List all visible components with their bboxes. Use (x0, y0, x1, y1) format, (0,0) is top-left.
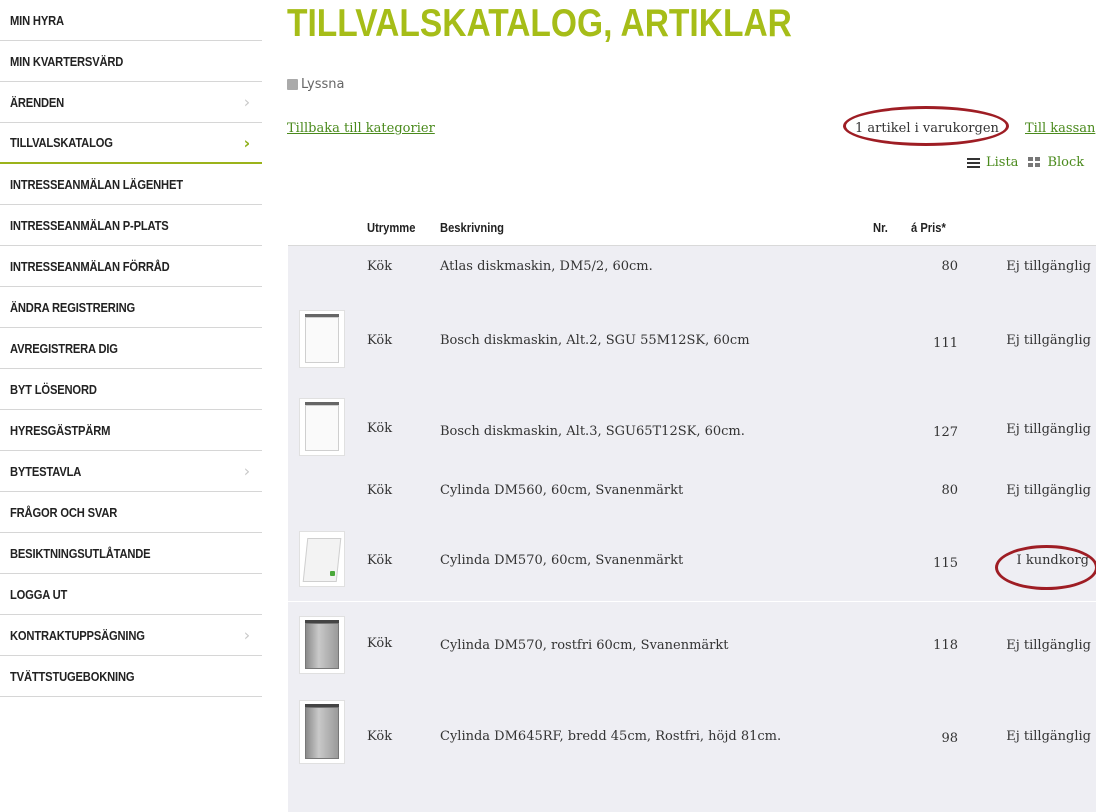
cell-description: Cylinda DM570, rostfri 60cm, Svanenmärkt (440, 638, 729, 653)
cell-room: Kök (367, 333, 393, 348)
sidebar-item-logga-ut[interactable]: LOGGA UT (0, 574, 262, 615)
product-image[interactable] (299, 531, 345, 587)
sidebar-item-label: INTRESSEANMÄLAN P-PLATS (10, 217, 169, 233)
cell-status: Ej tillgänglig (1006, 259, 1091, 274)
sidebar-item-label: TILLVALSKATALOG (10, 135, 113, 150)
table-row: Kök Bosch diskmaskin, Alt.3, SGU65T12SK,… (288, 378, 1096, 466)
sidebar-item-label: BESIKTNINGSUTLÅTANDE (10, 545, 151, 561)
cell-price: 111 (933, 336, 958, 351)
sidebar-item-byt-losenord[interactable]: BYT LÖSENORD (0, 369, 262, 410)
cell-price: 80 (941, 483, 958, 498)
sidebar-item-label: HYRESGÄSTPÄRM (10, 422, 111, 438)
article-table: Utrymme Beskrivning Nr. á Pris* Kök Atla… (288, 212, 1096, 812)
cell-description: Cylinda DM645RF, bredd 45cm, Rostfri, hö… (440, 729, 782, 744)
cell-room: Kök (367, 483, 393, 498)
sidebar-item-hyresgastparm[interactable]: HYRESGÄSTPÄRM (0, 410, 262, 451)
table-row: Kök Bosch diskmaskin, Alt.2, SGU 55M12SK… (288, 296, 1096, 378)
listen-label: Lyssna (301, 77, 345, 92)
view-switch: Lista Block (967, 155, 1084, 170)
table-row: Kök Cylinda DM645RF, bredd 45cm, Rostfri… (288, 692, 1096, 812)
cell-status: Ej tillgänglig (1006, 483, 1091, 498)
speaker-icon (287, 79, 298, 90)
cell-room: Kök (367, 729, 393, 744)
sidebar-item-label: MIN KVARTERSVÄRD (10, 53, 124, 69)
product-image[interactable] (299, 616, 345, 674)
cell-status: Ej tillgänglig (1006, 638, 1091, 653)
column-header-price: á Pris* (911, 220, 946, 235)
cell-price: 127 (933, 425, 958, 440)
product-image[interactable] (299, 700, 345, 764)
table-row: Kök Cylinda DM560, 60cm, Svanenmärkt 80 … (288, 466, 1096, 517)
sidebar-item-label: KONTRAKTUPPSÄGNING (10, 627, 145, 643)
cell-room: Kök (367, 553, 393, 568)
sidebar-item-fragor-och-svar[interactable]: FRÅGOR OCH SVAR (0, 492, 262, 533)
cell-price: 118 (933, 638, 958, 653)
cell-price: 80 (941, 259, 958, 274)
chevron-right-icon: › (243, 133, 251, 152)
sidebar-item-label: MIN HYRA (10, 12, 64, 28)
sidebar-item-intresseanmalan-lagenhet[interactable]: INTRESSEANMÄLAN LÄGENHET (0, 164, 262, 205)
sidebar-item-label: INTRESSEANMÄLAN FÖRRÅD (10, 258, 170, 274)
table-row: Kök Cylinda DM570, rostfri 60cm, Svanenm… (288, 601, 1096, 692)
table-header: Utrymme Beskrivning Nr. á Pris* (288, 212, 1096, 246)
cell-description: Atlas diskmaskin, DM5/2, 60cm. (440, 259, 653, 274)
cell-room: Kök (367, 259, 393, 274)
cell-room: Kök (367, 636, 393, 651)
chevron-right-icon: › (243, 92, 250, 112)
listen-button[interactable]: Lyssna (287, 77, 345, 92)
sidebar-item-label: AVREGISTRERA DIG (10, 340, 118, 356)
product-image[interactable] (299, 398, 345, 456)
cell-description: Cylinda DM570, 60cm, Svanenmärkt (440, 553, 684, 568)
basket-highlight-oval (995, 545, 1096, 590)
sidebar-item-label: ÄNDRA REGISTRERING (10, 299, 136, 315)
sidebar-item-label: BYTESTAVLA (10, 463, 82, 479)
sidebar-item-intresseanmalan-forrad[interactable]: INTRESSEANMÄLAN FÖRRÅD (0, 246, 262, 287)
cart-count: 1 artikel i varukorgen (855, 121, 999, 136)
column-header-description: Beskrivning (440, 220, 505, 235)
sidebar-item-min-hyra[interactable]: MIN HYRA (0, 0, 262, 41)
table-row: Kök Cylinda DM570, 60cm, Svanenmärkt 115… (288, 517, 1096, 601)
sidebar-item-label: FRÅGOR OCH SVAR (10, 504, 118, 520)
block-view-icon[interactable] (1028, 157, 1042, 168)
column-header-nr: Nr. (873, 220, 888, 235)
sidebar-item-label: INTRESSEANMÄLAN LÄGENHET (10, 176, 183, 192)
column-header-room: Utrymme (367, 220, 416, 235)
sidebar-item-tvattstugebokning[interactable]: TVÄTTSTUGEBOKNING (0, 656, 262, 697)
cell-price: 115 (933, 556, 958, 571)
back-to-categories-link[interactable]: Tillbaka till kategorier (287, 121, 435, 136)
sidebar-item-kontraktuppsagning[interactable]: KONTRAKTUPPSÄGNING › (0, 615, 262, 656)
checkout-link[interactable]: Till kassan (1025, 121, 1095, 136)
cell-description: Cylinda DM560, 60cm, Svanenmärkt (440, 483, 684, 498)
table-row: Kök Atlas diskmaskin, DM5/2, 60cm. 80 Ej… (288, 246, 1096, 296)
chevron-right-icon: › (243, 461, 250, 481)
sidebar-item-tillvalskatalog[interactable]: TILLVALSKATALOG › (0, 123, 262, 164)
cell-status: Ej tillgänglig (1006, 729, 1091, 744)
sidebar-item-label: LOGGA UT (10, 586, 68, 602)
cell-status: Ej tillgänglig (1006, 333, 1091, 348)
sidebar-nav: MIN HYRA MIN KVARTERSVÄRD ÄRENDEN › TILLV… (0, 0, 262, 697)
list-view-icon[interactable] (967, 157, 980, 168)
product-image[interactable] (299, 310, 345, 368)
sidebar-item-avregistrera-dig[interactable]: AVREGISTRERA DIG (0, 328, 262, 369)
sidebar-item-min-kvartersvard[interactable]: MIN KVARTERSVÄRD (0, 41, 262, 82)
sidebar-item-intresseanmalan-p-plats[interactable]: INTRESSEANMÄLAN P-PLATS (0, 205, 262, 246)
cell-description: Bosch diskmaskin, Alt.3, SGU65T12SK, 60c… (440, 424, 745, 439)
cell-status: Ej tillgänglig (1006, 422, 1091, 437)
sidebar-item-label: ÄRENDEN (10, 94, 65, 110)
sidebar-item-label: BYT LÖSENORD (10, 381, 97, 397)
sidebar-item-arenden[interactable]: ÄRENDEN › (0, 82, 262, 123)
cell-price: 98 (941, 731, 958, 746)
cell-description: Bosch diskmaskin, Alt.2, SGU 55M12SK, 60… (440, 333, 750, 348)
chevron-right-icon: › (243, 625, 250, 645)
sidebar-item-andra-registrering[interactable]: ÄNDRA REGISTRERING (0, 287, 262, 328)
sidebar-item-bytestavla[interactable]: BYTESTAVLA › (0, 451, 262, 492)
cell-room: Kök (367, 421, 393, 436)
block-view-link[interactable]: Block (1047, 155, 1084, 170)
table-body: Kök Atlas diskmaskin, DM5/2, 60cm. 80 Ej… (288, 246, 1096, 812)
page-title: TILLVALSKATALOG, ARTIKLAR (287, 2, 792, 45)
sidebar-item-besiktningsutlatande[interactable]: BESIKTNINGSUTLÅTANDE (0, 533, 262, 574)
list-view-link[interactable]: Lista (986, 155, 1018, 170)
sidebar-item-label: TVÄTTSTUGEBOKNING (10, 668, 135, 684)
